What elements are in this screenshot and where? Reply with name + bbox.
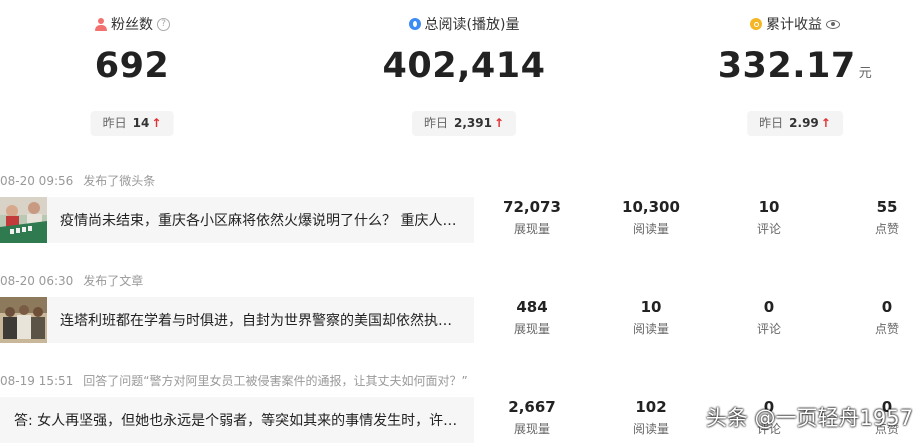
- feed-item-meta: 08-20 06:30 发布了文章: [0, 274, 144, 288]
- metric-comments: 0 评论: [756, 298, 781, 336]
- metric-impressions: 72,073 展现量: [503, 198, 561, 236]
- metric-reads: 102 阅读量: [632, 398, 669, 436]
- coin-icon: [750, 18, 762, 30]
- stat-reads-value: 402,414: [382, 46, 546, 86]
- stat-income-label-row: 累计收益: [645, 14, 923, 34]
- stat-reads-label-row: 总阅读(播放)量: [314, 14, 614, 34]
- metric-likes: 55 点赞: [874, 198, 899, 236]
- stat-fans-value: 692: [94, 46, 170, 86]
- feed-item-meta: 08-19 15:51 回答了问题“警方对阿里女员工被侵害案件的通报，让其丈夫如何…: [0, 374, 468, 388]
- metric-likes: 0 点赞: [874, 298, 899, 336]
- stat-fans-label-row: 粉丝数 ?: [0, 14, 282, 34]
- thumbnail-image: [0, 197, 47, 243]
- metric-impressions: 2,667 展现量: [508, 398, 556, 436]
- metric-reads: 10,300 阅读量: [622, 198, 680, 236]
- thumbnail-image: [0, 297, 47, 343]
- stat-income-delta: 昨日 2.99 ↑: [747, 111, 843, 136]
- feed-item-title: 疫情尚未结束，重庆各小区麻将依然火爆说明了什么？ 重庆人…: [60, 213, 457, 229]
- stat-income-value: 332.17 元: [717, 46, 873, 86]
- help-icon[interactable]: ?: [157, 17, 170, 31]
- feed-item-meta: 08-20 09:56 发布了微头条: [0, 174, 156, 188]
- metric-reads: 10 阅读量: [632, 298, 669, 336]
- stat-income-unit: 元: [858, 66, 873, 81]
- drop-icon: [408, 18, 421, 30]
- arrow-up-icon: ↑: [151, 116, 162, 130]
- stat-income-label: 累计收益: [766, 17, 822, 33]
- arrow-up-icon: ↑: [493, 116, 505, 130]
- stat-reads-delta: 昨日 2,391 ↑: [411, 111, 517, 136]
- feed-item-title: 连塔利班都在学着与时俱进，自封为世界警察的美国却依然执…: [60, 313, 452, 329]
- arrow-up-icon: ↑: [820, 116, 831, 130]
- stat-reads-label: 总阅读(播放)量: [424, 17, 520, 33]
- feed-item-card[interactable]: 疫情尚未结束，重庆各小区麻将依然火爆说明了什么？ 重庆人…: [0, 197, 474, 243]
- eye-icon[interactable]: [826, 19, 840, 29]
- feed-item-title: 答: 女人再坚强，但她也永远是个弱者，等突如其来的事情发生时，许…: [14, 413, 458, 429]
- metric-impressions: 484 展现量: [513, 298, 550, 336]
- feed-item-card[interactable]: 连塔利班都在学着与时俱进，自封为世界警察的美国却依然执…: [0, 297, 474, 343]
- stat-fans-label: 粉丝数: [111, 17, 153, 33]
- metric-comments: 10 评论: [756, 198, 781, 236]
- watermark: 头条 @一页轻舟1957: [705, 406, 913, 430]
- feed-item-card[interactable]: 答: 女人再坚强，但她也永远是个弱者，等突如其来的事情发生时，许…: [0, 397, 474, 443]
- stat-fans-delta: 昨日 14 ↑: [90, 111, 174, 136]
- person-icon: [94, 17, 107, 31]
